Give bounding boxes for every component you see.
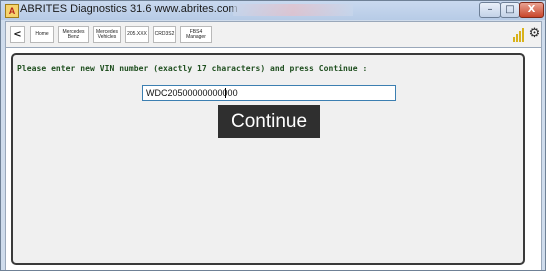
window-title: ABRITES Diagnostics 31.6 www.abrites.com <box>20 3 238 15</box>
back-button[interactable]: < <box>10 26 25 43</box>
breadcrumb-tab-mercedes-benz[interactable]: Mercedes Benz <box>58 26 89 43</box>
minimize-icon: – <box>487 4 493 15</box>
breadcrumb-tab-mercedes-vehicles[interactable]: Mercedes Vehicles <box>93 26 121 43</box>
back-arrow-icon: < <box>13 29 22 40</box>
breadcrumb-tab-home[interactable]: Home <box>30 26 54 43</box>
continue-button[interactable]: Continue <box>218 105 320 138</box>
breadcrumb-tab-205xxx[interactable]: 205.XXX <box>125 26 149 43</box>
text-caret <box>225 88 226 98</box>
title-bar[interactable]: A ABRITES Diagnostics 31.6 www.abrites.c… <box>1 1 545 20</box>
breadcrumb-tab-fbs4-manager[interactable]: FBS4 Manager <box>180 26 212 43</box>
vin-prompt-text: Please enter new VIN number (exactly 17 … <box>17 64 368 73</box>
close-icon: X <box>527 4 536 15</box>
maximize-icon: □ <box>505 4 515 15</box>
breadcrumb-tab-crd3s2[interactable]: CRD3S2 <box>153 26 176 43</box>
minimize-button[interactable]: – <box>479 2 501 18</box>
gear-icon[interactable]: ⚙ <box>528 27 541 40</box>
app-logo-icon: A <box>5 4 19 18</box>
vin-input[interactable] <box>142 85 396 101</box>
maximize-button[interactable]: □ <box>500 2 520 18</box>
signal-bars-icon <box>512 28 526 42</box>
close-button[interactable]: X <box>519 2 544 18</box>
navigation-toolbar: < Home Mercedes Benz Mercedes Vehicles 2… <box>5 21 542 48</box>
title-bar-decoration <box>233 4 353 16</box>
